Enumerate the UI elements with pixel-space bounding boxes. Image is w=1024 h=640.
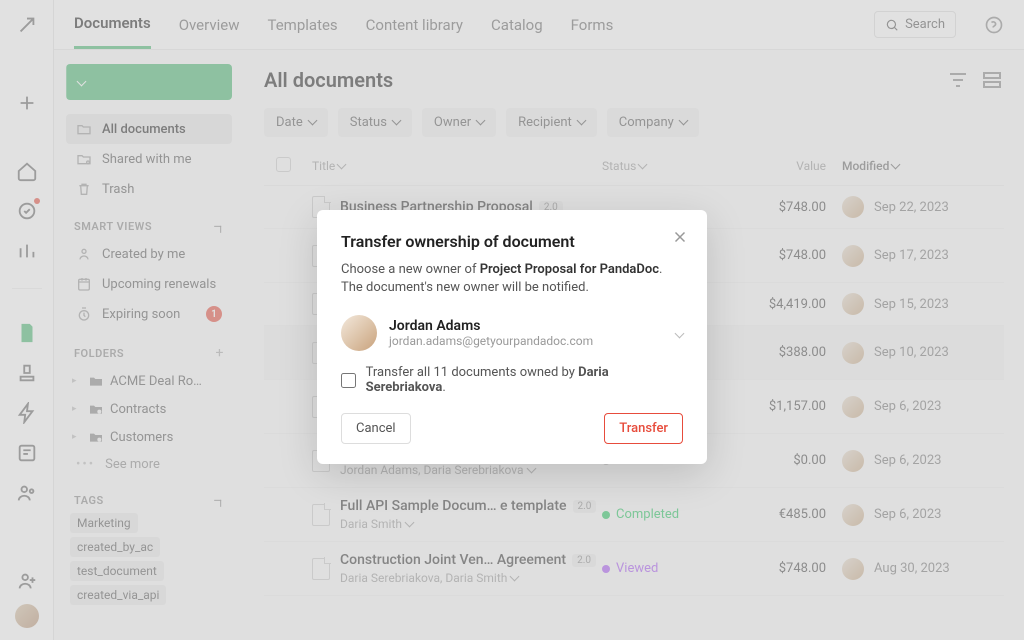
modal-title: Transfer ownership of document xyxy=(341,232,683,251)
transfer-all-checkbox[interactable]: Transfer all 11 documents owned by Daria… xyxy=(341,365,683,395)
owner-select[interactable]: Jordan Adams jordan.adams@getyourpandado… xyxy=(341,311,683,365)
modal-description: Choose a new owner of Project Proposal f… xyxy=(341,261,683,297)
chevron-down-icon xyxy=(676,324,683,343)
cancel-button[interactable]: Cancel xyxy=(341,413,411,444)
transfer-ownership-modal: Transfer ownership of document Choose a … xyxy=(317,210,707,464)
owner-name: Jordan Adams xyxy=(389,318,664,334)
close-icon[interactable] xyxy=(671,228,689,246)
owner-avatar xyxy=(341,315,377,351)
transfer-button[interactable]: Transfer xyxy=(604,413,683,444)
modal-overlay: Transfer ownership of document Choose a … xyxy=(0,0,1024,640)
owner-email: jordan.adams@getyourpandadoc.com xyxy=(389,334,664,348)
